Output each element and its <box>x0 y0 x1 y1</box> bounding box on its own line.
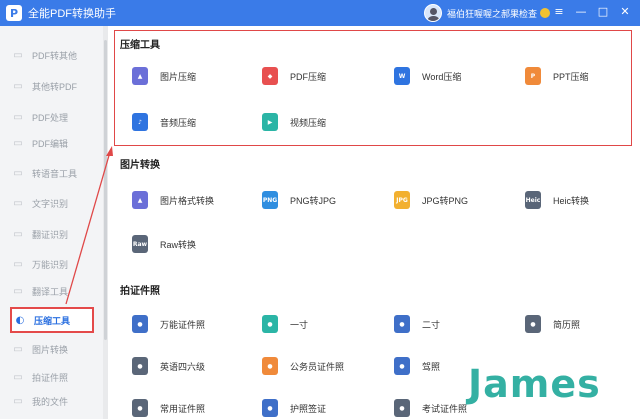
tool-pdf-compress[interactable]: ◆ PDF压缩 <box>242 58 360 94</box>
ppt-icon: P <box>525 67 541 85</box>
sidebar-item-label: 我的文件 <box>32 396 69 407</box>
tool-one-inch[interactable]: ● 一寸 <box>242 306 360 342</box>
sidebar-item-label: PDF处理 <box>32 112 69 123</box>
text-icon: ▭ <box>13 197 23 209</box>
cet-icon: ● <box>132 357 148 375</box>
sidebar-item-ocr[interactable]: ▭ 文字识别 <box>10 190 94 216</box>
sidebar-item-speech[interactable]: ▭ 转语音工具 <box>10 160 94 186</box>
maximize-icon[interactable]: □ <box>596 5 610 19</box>
passport-icon: ● <box>262 399 278 417</box>
jpg-icon: JPG <box>394 191 410 209</box>
tool-png-to-jpg[interactable]: PNG PNG转JPG <box>242 182 360 218</box>
menu-icon[interactable]: ≡ <box>552 5 566 19</box>
tool-video-compress[interactable]: ▶ 视频压缩 <box>242 104 360 140</box>
sidebar-item-label: 翻译工具 <box>32 286 69 297</box>
sidebar-scrollbar-thumb[interactable] <box>104 40 107 340</box>
tool-passport-visa[interactable]: ● 护照签证 <box>242 390 360 419</box>
avatar[interactable] <box>424 4 442 22</box>
document-icon: ▭ <box>13 111 23 123</box>
image-icon: ▲ <box>132 67 148 85</box>
tool-two-inch[interactable]: ● 二寸 <box>374 306 492 342</box>
app-logo-icon: P <box>6 5 22 21</box>
main-content: 压缩工具 ▲ 图片压缩 ◆ PDF压缩 W Word压缩 P PPT压缩 ♪ 音频压缩 ▶… <box>108 26 640 419</box>
tool-raw-convert[interactable]: Raw Raw转换 <box>112 226 230 262</box>
common-id-icon: ● <box>132 399 148 417</box>
minimize-icon[interactable]: — <box>574 5 588 19</box>
sidebar-item-label: 翻证识别 <box>32 229 69 240</box>
section-title-image: 图片转换 <box>120 160 160 171</box>
image-icon: ▲ <box>132 191 148 209</box>
raw-icon: Raw <box>132 235 148 253</box>
tool-jpg-to-png[interactable]: JPG JPG转PNG <box>374 182 492 218</box>
resume-icon: ● <box>525 315 541 333</box>
edit-icon: ▭ <box>13 137 23 149</box>
sidebar-item-image-convert[interactable]: ▭ 图片转换 <box>10 336 94 362</box>
license-icon: ● <box>394 357 410 375</box>
sidebar-item-label: 转语音工具 <box>32 168 78 179</box>
camera-icon: ▭ <box>13 371 23 383</box>
tool-common-id-photo[interactable]: ● 常用证件照 <box>112 390 230 419</box>
tool-image-format[interactable]: ▲ 图片格式转换 <box>112 182 230 218</box>
one-inch-icon: ● <box>262 315 278 333</box>
tool-resume-photo[interactable]: ● 简历照 <box>505 306 623 342</box>
tool-heic-convert[interactable]: Heic Heic转换 <box>505 182 623 218</box>
sidebar-item-label: 文字识别 <box>32 198 69 209</box>
sidebar-item-translate[interactable]: ▭ 翻译工具 <box>10 278 94 304</box>
pdf-icon: ◆ <box>262 67 278 85</box>
audio-icon: ♪ <box>132 113 148 131</box>
close-icon[interactable]: ✕ <box>618 5 632 19</box>
tool-civil-servant-photo[interactable]: ● 公务员证件照 <box>242 348 360 384</box>
sidebar-item-pdf-to-other[interactable]: ▭ PDF转其他 <box>10 42 94 68</box>
sidebar-item-label: 图片转换 <box>32 344 69 355</box>
document-icon: ▭ <box>13 80 23 92</box>
sidebar-item-pdf-edit[interactable]: ▭ PDF编辑 <box>10 130 94 156</box>
tool-image-compress[interactable]: ▲ 图片压缩 <box>112 58 230 94</box>
sidebar: ▭ PDF转其他 ▭ 其他转PDF ▭ PDF处理 ▭ PDF编辑 ▭ 转语音工具 ▭ 文字… <box>0 26 104 419</box>
sidebar-item-label: PDF编辑 <box>32 138 69 149</box>
sidebar-item-label: 万能识别 <box>32 259 69 270</box>
heic-icon: Heic <box>525 191 541 209</box>
sidebar-item-card-ocr[interactable]: ▭ 翻证识别 <box>10 221 94 247</box>
tool-cet-photo[interactable]: ● 英语四六级 <box>112 348 230 384</box>
sidebar-item-compress[interactable]: ◐ 压缩工具 <box>10 307 94 333</box>
sidebar-item-other-to-pdf[interactable]: ▭ 其他转PDF <box>10 73 94 99</box>
document-icon: ▭ <box>13 49 23 61</box>
exam-icon: ● <box>394 399 410 417</box>
word-icon: W <box>394 67 410 85</box>
tool-universal-id-photo[interactable]: ● 万能证件照 <box>112 306 230 342</box>
vip-badge-icon <box>540 8 551 18</box>
sidebar-item-my-files[interactable]: ▭ 我的文件 <box>10 388 94 414</box>
tool-ppt-compress[interactable]: P PPT压缩 <box>505 58 623 94</box>
sidebar-item-label: 压缩工具 <box>34 315 71 326</box>
username[interactable]: 福伯狂喔喔之郝果检查 <box>447 7 537 20</box>
sidebar-item-label: 其他转PDF <box>32 81 78 92</box>
id-photo-icon: ● <box>132 315 148 333</box>
sidebar-item-pdf-process[interactable]: ▭ PDF处理 <box>10 104 94 130</box>
sidebar-item-universal-ocr[interactable]: ▭ 万能识别 <box>10 251 94 277</box>
video-icon: ▶ <box>262 113 278 131</box>
section-title-compress: 压缩工具 <box>120 40 160 51</box>
civil-icon: ● <box>262 357 278 375</box>
sidebar-item-id-photo[interactable]: ▭ 拍证件照 <box>10 364 94 390</box>
speech-icon: ▭ <box>13 167 23 179</box>
app-title: 全能PDF转换助手 <box>28 8 116 20</box>
translate-icon: ▭ <box>13 285 23 297</box>
png-icon: PNG <box>262 191 278 209</box>
compress-icon: ◐ <box>15 314 25 326</box>
tool-word-compress[interactable]: W Word压缩 <box>374 58 492 94</box>
title-bar: P 全能PDF转换助手 福伯狂喔喔之郝果检查 ≡ — □ ✕ <box>0 0 640 26</box>
two-inch-icon: ● <box>394 315 410 333</box>
tool-audio-compress[interactable]: ♪ 音频压缩 <box>112 104 230 140</box>
scan-icon: ▭ <box>13 258 23 270</box>
section-title-photo: 拍证件照 <box>120 286 160 297</box>
sidebar-item-label: 拍证件照 <box>32 372 69 383</box>
watermark-logo: James <box>468 362 601 406</box>
image-icon: ▭ <box>13 343 23 355</box>
card-icon: ▭ <box>13 228 23 240</box>
user-area[interactable]: 福伯狂喔喔之郝果检查 <box>424 3 551 23</box>
sidebar-item-label: PDF转其他 <box>32 50 78 61</box>
folder-icon: ▭ <box>13 395 23 407</box>
